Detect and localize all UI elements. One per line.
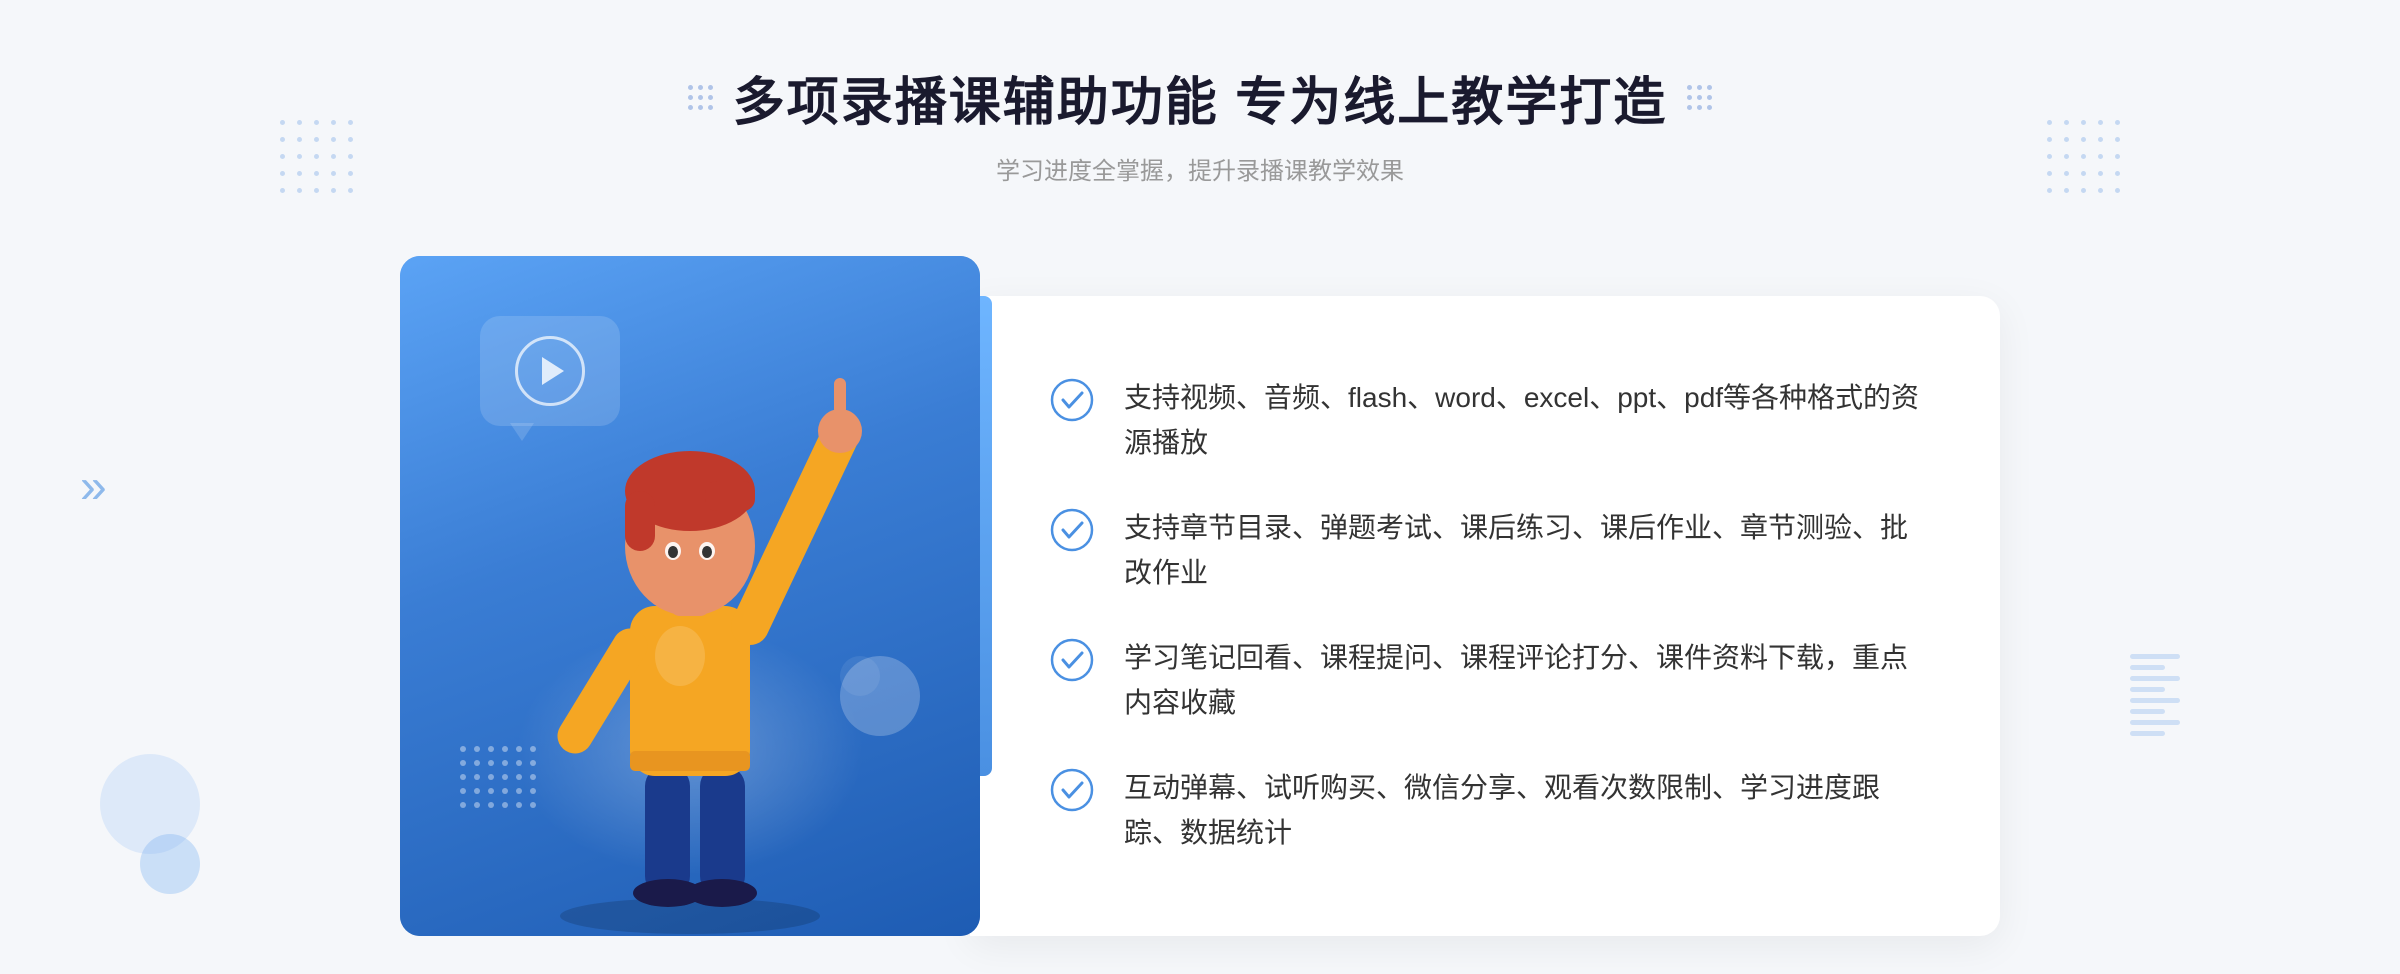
main-content-area: 支持视频、音频、flash、word、excel、ppt、pdf等各种格式的资源…: [400, 236, 2000, 936]
left-chevron-icon: »: [80, 460, 107, 515]
person-illustration: [480, 336, 900, 936]
illustration-card: [400, 256, 980, 936]
feature-text-3: 学习笔记回看、课程提问、课程评论打分、课件资料下载，重点内容收藏: [1124, 636, 1920, 726]
page-wrapper: » 多项录播课辅助功能 专为线上教学打造 学习进: [0, 0, 2400, 974]
page-title: 多项录播课辅助功能 专为线上教学打造: [733, 60, 1667, 135]
check-icon-2: [1050, 508, 1094, 552]
section-header: 多项录播课辅助功能 专为线上教学打造 学习进度全掌握，提升录播课教学效果: [688, 60, 1712, 186]
accent-bar: [980, 296, 992, 776]
feature-text-1: 支持视频、音频、flash、word、excel、ppt、pdf等各种格式的资源…: [1124, 376, 1920, 466]
check-icon-1: [1050, 378, 1094, 422]
stripe-decoration: [2130, 654, 2180, 774]
feature-text-2: 支持章节目录、弹题考试、课后练习、课后作业、章节测验、批改作业: [1124, 506, 1920, 596]
page-subtitle: 学习进度全掌握，提升录播课教学效果: [688, 151, 1712, 186]
bg-dot-grid-left: [280, 120, 353, 205]
feature-item-1: 支持视频、音频、flash、word、excel、ppt、pdf等各种格式的资源…: [1050, 356, 1920, 486]
decoration-dots-left: [688, 85, 713, 110]
decorative-circle-small: [140, 834, 200, 894]
decoration-dots-right: [1687, 85, 1712, 110]
title-decoration-row: 多项录播课辅助功能 专为线上教学打造: [688, 60, 1712, 135]
feature-item-4: 互动弹幕、试听购买、微信分享、观看次数限制、学习进度跟踪、数据统计: [1050, 746, 1920, 876]
features-card: 支持视频、音频、flash、word、excel、ppt、pdf等各种格式的资源…: [970, 296, 2000, 936]
bg-dot-grid-right: [2047, 120, 2120, 205]
feature-item-3: 学习笔记回看、课程提问、课程评论打分、课件资料下载，重点内容收藏: [1050, 616, 1920, 746]
feature-item-2: 支持章节目录、弹题考试、课后练习、课后作业、章节测验、批改作业: [1050, 486, 1920, 616]
check-icon-3: [1050, 638, 1094, 682]
feature-text-4: 互动弹幕、试听购买、微信分享、观看次数限制、学习进度跟踪、数据统计: [1124, 766, 1920, 856]
check-icon-4: [1050, 768, 1094, 812]
